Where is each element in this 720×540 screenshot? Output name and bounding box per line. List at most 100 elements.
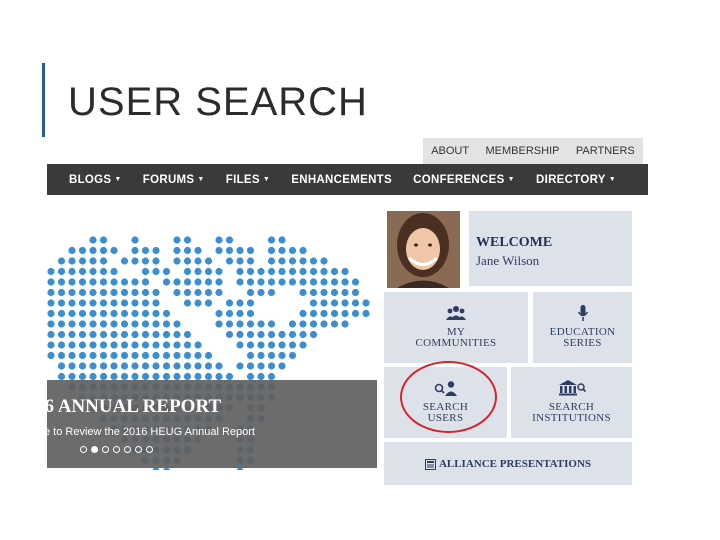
map-dot — [236, 362, 244, 370]
utility-nav-about[interactable]: ABOUT — [431, 145, 469, 157]
map-dot — [309, 267, 318, 276]
map-dot — [246, 341, 255, 349]
map-dot — [89, 288, 97, 297]
map-dot — [141, 362, 150, 370]
map-dot — [120, 257, 129, 265]
map-dot — [194, 267, 202, 276]
map-dot — [173, 236, 181, 244]
map-dot — [246, 299, 255, 307]
map-dot — [141, 267, 150, 276]
nav-item-directory[interactable]: DIRECTORY ▼ — [536, 174, 616, 186]
nav-item-enhancements[interactable]: ENHANCEMENTS — [291, 174, 392, 186]
map-dot — [309, 330, 318, 339]
carousel-dot[interactable] — [102, 446, 109, 453]
map-dot — [162, 341, 171, 349]
map-dot — [68, 288, 76, 297]
map-dot — [246, 278, 255, 286]
map-dot — [131, 320, 139, 328]
map-dot — [257, 267, 265, 276]
my-communities-tile[interactable]: MY COMMUNITIES — [384, 292, 528, 363]
map-dot — [120, 309, 129, 318]
map-dot — [225, 320, 234, 328]
map-dot — [68, 330, 76, 339]
map-dot — [89, 330, 97, 339]
nav-item-forums[interactable]: FORUMS ▼ — [143, 174, 205, 186]
carousel-dot[interactable] — [91, 446, 98, 453]
avatar[interactable] — [387, 211, 460, 288]
map-dot — [236, 330, 244, 339]
map-dot — [183, 236, 192, 244]
map-dot — [236, 341, 244, 349]
people-group-icon — [446, 306, 466, 320]
map-dot — [78, 299, 87, 307]
map-dot — [131, 246, 139, 255]
map-dot — [225, 309, 234, 318]
nav-item-label: DIRECTORY — [535, 173, 606, 186]
nav-item-conferences[interactable]: CONFERENCES ▼ — [413, 174, 515, 186]
search-users-tile[interactable]: SEARCH USERS — [384, 367, 507, 438]
carousel-dot[interactable] — [146, 446, 153, 453]
map-dot — [99, 267, 108, 276]
map-dot — [47, 267, 55, 276]
map-dot — [131, 330, 139, 339]
map-dot — [110, 299, 118, 307]
map-dot — [120, 330, 129, 339]
map-dot — [141, 351, 150, 360]
nav-item-blogs[interactable]: BLOGS ▼ — [69, 174, 122, 186]
website-screenshot: ABOUT MEMBERSHIP PARTNERS BLOGS ▼ FORUMS… — [47, 138, 648, 490]
map-dot — [236, 278, 244, 286]
map-dot — [68, 299, 76, 307]
hero-subline[interactable]: e to Review the 2016 HEUG Annual Report — [47, 426, 255, 438]
map-dot — [110, 341, 118, 349]
map-dot — [215, 267, 223, 276]
alliance-presentations-tile[interactable]: ALLIANCE PRESENTATIONS — [384, 442, 632, 485]
carousel-dot[interactable] — [135, 446, 142, 453]
map-dot — [267, 278, 276, 286]
hero-carousel[interactable]: 16 ANNUAL REPORT e to Review the 2016 HE… — [47, 195, 377, 470]
map-dot — [131, 257, 139, 265]
map-dot — [89, 236, 97, 244]
carousel-dot[interactable] — [113, 446, 120, 453]
map-dot — [162, 320, 171, 328]
map-dot — [57, 351, 66, 360]
map-dot — [99, 330, 108, 339]
carousel-dot[interactable] — [124, 446, 131, 453]
nav-item-files[interactable]: FILES ▼ — [226, 174, 270, 186]
map-dot — [152, 362, 160, 370]
tile-label-line2: INSTITUTIONS — [532, 412, 611, 424]
map-dot — [57, 330, 66, 339]
map-dot — [278, 278, 286, 286]
map-dot — [183, 257, 192, 265]
map-dot — [288, 320, 297, 328]
map-dot — [351, 299, 360, 307]
map-dot — [204, 351, 213, 360]
map-dot — [110, 362, 118, 370]
map-dot — [110, 330, 118, 339]
map-dot — [173, 288, 181, 297]
map-dot — [267, 362, 276, 370]
map-dot — [173, 246, 181, 255]
user-search-icon — [434, 381, 457, 396]
map-dot — [57, 267, 66, 276]
map-dot — [278, 341, 286, 349]
map-dot — [47, 309, 55, 318]
map-dot — [236, 320, 244, 328]
map-dot — [120, 320, 129, 328]
map-dot — [246, 267, 255, 276]
map-dot — [257, 278, 265, 286]
utility-nav-partners[interactable]: PARTNERS — [576, 145, 635, 157]
search-institutions-tile[interactable]: SEARCH INSTITUTIONS — [511, 367, 632, 438]
utility-nav-membership[interactable]: MEMBERSHIP — [486, 145, 560, 157]
tile-label-line2: COMMUNITIES — [415, 337, 497, 349]
carousel-dot[interactable] — [80, 446, 87, 453]
map-dot — [299, 288, 307, 297]
profile-photo — [387, 211, 460, 288]
education-series-tile[interactable]: EDUCATION SERIES — [533, 292, 632, 363]
map-dot — [194, 299, 202, 307]
map-dot — [183, 267, 192, 276]
map-dot — [278, 362, 286, 370]
map-dot — [330, 267, 339, 276]
caret-down-icon: ▼ — [608, 176, 616, 183]
map-dot — [78, 330, 87, 339]
map-dot — [299, 330, 307, 339]
